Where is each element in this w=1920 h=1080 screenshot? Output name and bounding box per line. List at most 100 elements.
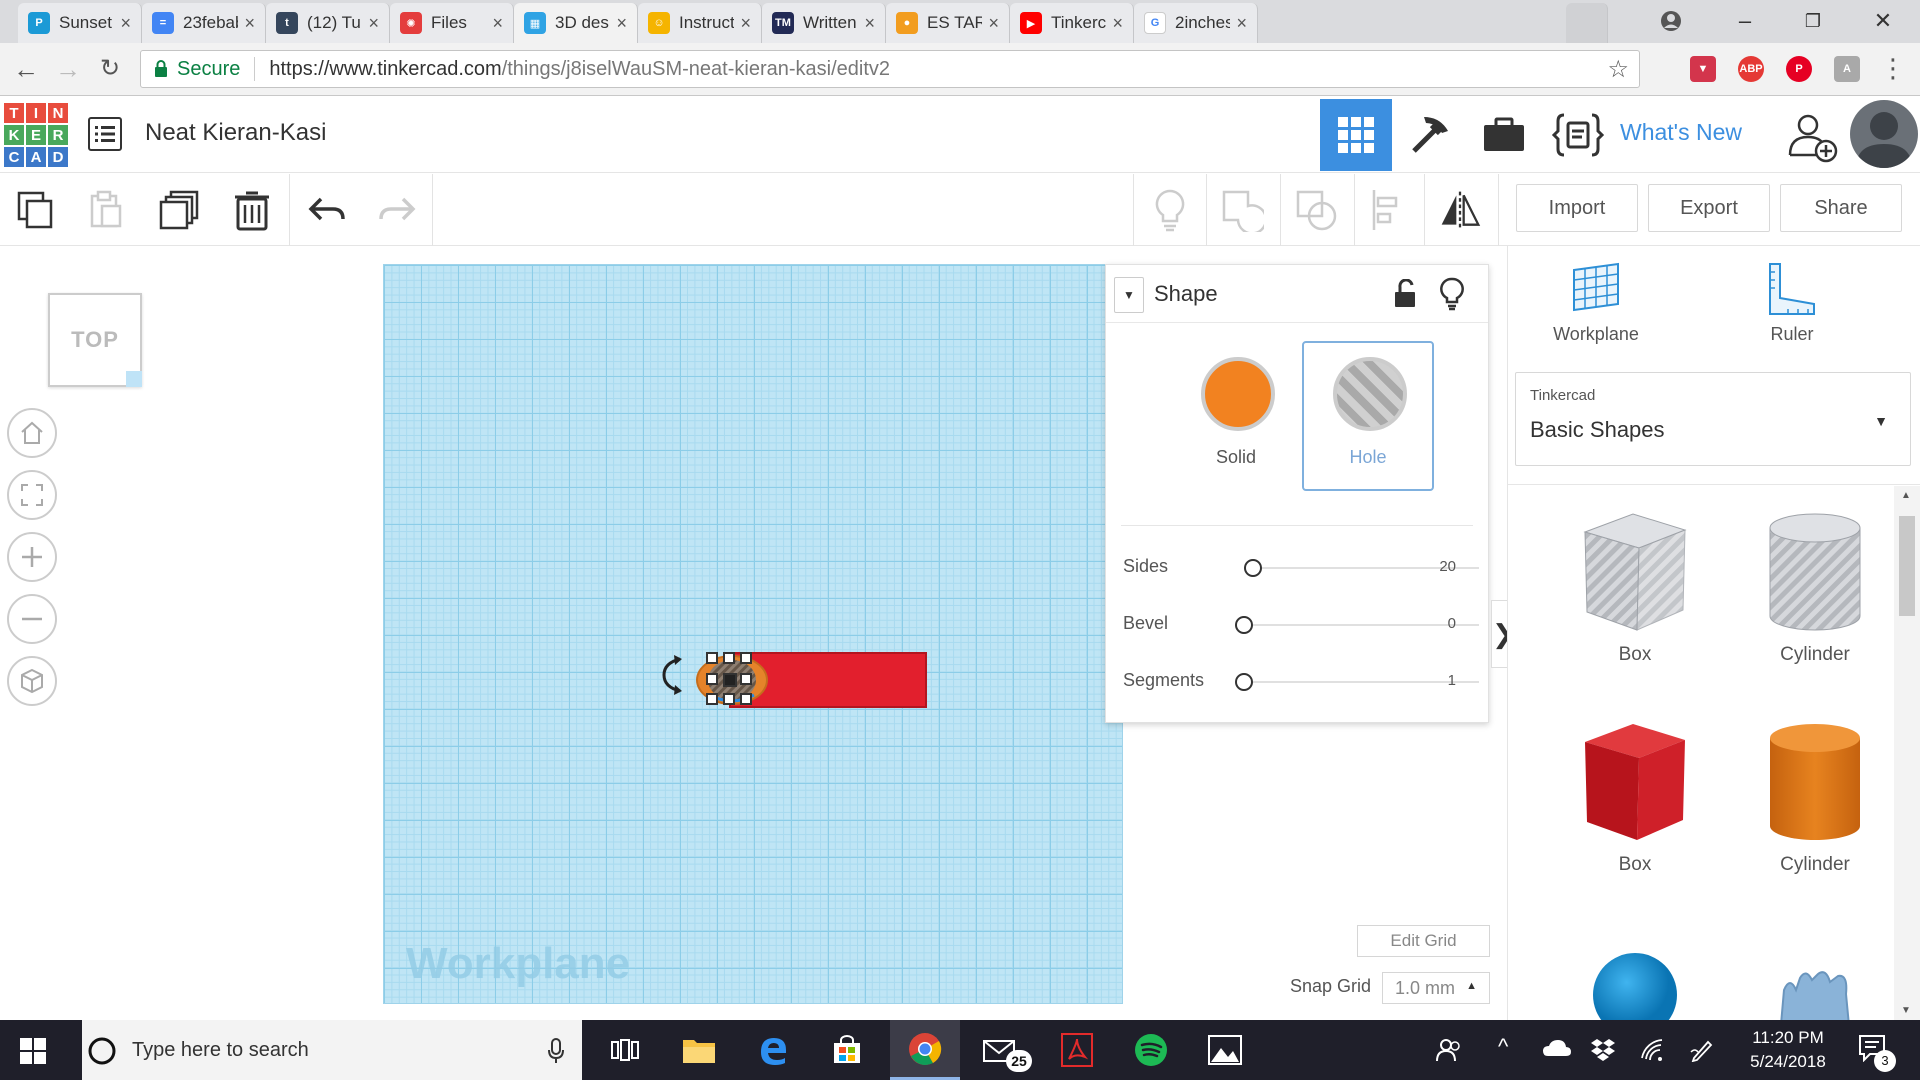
browser-tab[interactable]: P Sunset M × <box>18 3 142 43</box>
briefcase-icon[interactable] <box>1468 99 1540 171</box>
paste-icon[interactable] <box>84 188 128 232</box>
back-icon[interactable]: ← <box>10 53 42 85</box>
add-user-icon[interactable] <box>1786 111 1838 163</box>
whats-new-link[interactable]: What's New <box>1620 119 1742 146</box>
ruler-tool[interactable]: Ruler <box>1712 260 1872 356</box>
restore-window-icon[interactable]: ❐ <box>1798 6 1828 36</box>
property-slider-knob[interactable] <box>1244 559 1263 577</box>
task-view-icon[interactable] <box>590 1020 660 1080</box>
bookmark-star-icon[interactable]: ☆ <box>1607 55 1629 84</box>
tray-expand-chevron-icon[interactable]: ^ <box>1498 1034 1508 1060</box>
edit-grid-button[interactable]: Edit Grid <box>1357 925 1490 957</box>
url-bar[interactable]: Secure https://www.tinkercad.com/things/… <box>140 50 1640 88</box>
browser-tab[interactable]: ✺ Files × <box>390 3 514 43</box>
dropbox-icon[interactable] <box>1590 1038 1616 1062</box>
hole-swatch[interactable] <box>1333 357 1407 431</box>
undo-icon[interactable] <box>305 188 349 232</box>
minimize-window-icon[interactable]: – <box>1730 6 1760 36</box>
browser-tab[interactable]: TM Written × <box>762 3 886 43</box>
shapes-scrollbar[interactable]: ▲ ▼ <box>1894 486 1920 1020</box>
mail-icon[interactable]: 25 <box>966 1020 1036 1080</box>
import-button[interactable]: Import <box>1516 184 1638 232</box>
design-title[interactable]: Neat Kieran-Kasi <box>145 119 326 147</box>
browser-tab[interactable]: t (12) Tum × <box>266 3 390 43</box>
browser-tab[interactable]: = 23febab × <box>142 3 266 43</box>
pen-icon[interactable] <box>1690 1038 1714 1062</box>
wifi-icon[interactable] <box>1640 1038 1666 1062</box>
workplane[interactable]: Workplane <box>383 264 1123 1004</box>
group-icon[interactable] <box>1220 188 1264 232</box>
snap-grid-select[interactable]: 1.0 mm ▲ <box>1382 972 1490 1004</box>
tab-close-icon[interactable]: × <box>1236 13 1247 34</box>
zoom-out-icon[interactable] <box>7 594 57 644</box>
center-handle[interactable] <box>723 673 737 687</box>
pickaxe-icon[interactable] <box>1394 99 1466 171</box>
tab-close-icon[interactable]: × <box>864 13 875 34</box>
adblock-icon[interactable]: ABP <box>1738 56 1764 82</box>
resize-handle[interactable] <box>740 652 752 664</box>
tab-close-icon[interactable]: × <box>616 13 627 34</box>
acrobat-reader-icon[interactable] <box>1042 1020 1112 1080</box>
property-slider-knob[interactable] <box>1235 616 1253 634</box>
chrome-menu-icon[interactable]: ⋮ <box>1880 53 1906 84</box>
new-tab-button[interactable] <box>1566 3 1608 43</box>
scroll-down-icon[interactable]: ▼ <box>1901 1005 1911 1016</box>
shape-tile-box[interactable]: Box <box>1550 718 1720 908</box>
resize-handle[interactable] <box>723 693 735 705</box>
close-window-icon[interactable]: ✕ <box>1868 6 1898 36</box>
shape-tile-cylinder-hole[interactable]: Cylinder <box>1730 508 1900 698</box>
resize-handle[interactable] <box>706 693 718 705</box>
acrobat-icon[interactable]: A <box>1834 56 1860 82</box>
unlock-icon[interactable] <box>1392 279 1418 309</box>
orthographic-view-icon[interactable] <box>7 656 57 706</box>
chrome-browser-icon[interactable] <box>890 1020 960 1080</box>
inspector-collapse-button[interactable]: ▼ <box>1114 277 1144 313</box>
tab-close-icon[interactable]: × <box>244 13 255 34</box>
align-icon[interactable] <box>1368 188 1412 232</box>
avatar[interactable] <box>1850 100 1918 168</box>
share-button[interactable]: Share <box>1780 184 1902 232</box>
file-explorer-icon[interactable] <box>664 1020 734 1080</box>
solid-color-swatch[interactable] <box>1201 357 1275 431</box>
tab-close-icon[interactable]: × <box>740 13 751 34</box>
resize-handle[interactable] <box>740 693 752 705</box>
view-cube[interactable]: TOP <box>48 293 142 387</box>
design-menu-icon[interactable] <box>88 117 122 151</box>
home-view-icon[interactable] <box>7 408 57 458</box>
ungroup-icon[interactable] <box>1294 188 1338 232</box>
tab-close-icon[interactable]: × <box>988 13 999 34</box>
tab-close-icon[interactable]: × <box>492 13 503 34</box>
browser-tab[interactable]: ▦ 3D desi × <box>514 3 638 43</box>
tab-close-icon[interactable]: × <box>368 13 379 34</box>
resize-handle[interactable] <box>740 673 752 685</box>
browser-tab[interactable]: ▶ Tinkerca × <box>1010 3 1134 43</box>
profile-icon[interactable] <box>1656 6 1686 36</box>
mirror-icon[interactable] <box>1438 188 1482 232</box>
lightbulb-icon[interactable] <box>1440 277 1464 311</box>
spotify-icon[interactable] <box>1116 1020 1186 1080</box>
browser-tab[interactable]: G 2inches × <box>1134 3 1258 43</box>
fit-view-icon[interactable] <box>7 470 57 520</box>
zoom-in-icon[interactable] <box>7 532 57 582</box>
shape-library-select[interactable]: Tinkercad Basic Shapes ▼ <box>1515 372 1911 466</box>
shape-tile-cylinder[interactable]: Cylinder <box>1730 718 1900 908</box>
resize-handle[interactable] <box>706 673 718 685</box>
property-slider-track[interactable] <box>1244 681 1479 683</box>
edge-browser-icon[interactable] <box>738 1020 808 1080</box>
workplane-tool[interactable]: Workplane <box>1516 260 1676 356</box>
pinterest-icon[interactable]: P <box>1786 56 1812 82</box>
windows-start-icon[interactable] <box>20 1038 46 1064</box>
tab-close-icon[interactable]: × <box>1112 13 1123 34</box>
3d-view-grid-icon[interactable] <box>1320 99 1392 171</box>
taskbar-clock[interactable]: 11:20 PM 5/24/2018 <box>1746 1026 1830 1074</box>
people-icon[interactable] <box>1436 1038 1462 1062</box>
pocket-icon[interactable]: ▼ <box>1690 56 1716 82</box>
redo-icon[interactable] <box>375 188 419 232</box>
sphere-shape-icon[interactable] <box>1592 952 1678 1020</box>
scrollbar-thumb[interactable] <box>1899 516 1915 616</box>
reload-icon[interactable]: ↻ <box>94 53 126 85</box>
code-blocks-icon[interactable] <box>1542 99 1614 171</box>
store-icon[interactable] <box>812 1020 882 1080</box>
scroll-up-icon[interactable]: ▲ <box>1901 490 1911 501</box>
rotate-handle-icon[interactable] <box>658 653 688 697</box>
